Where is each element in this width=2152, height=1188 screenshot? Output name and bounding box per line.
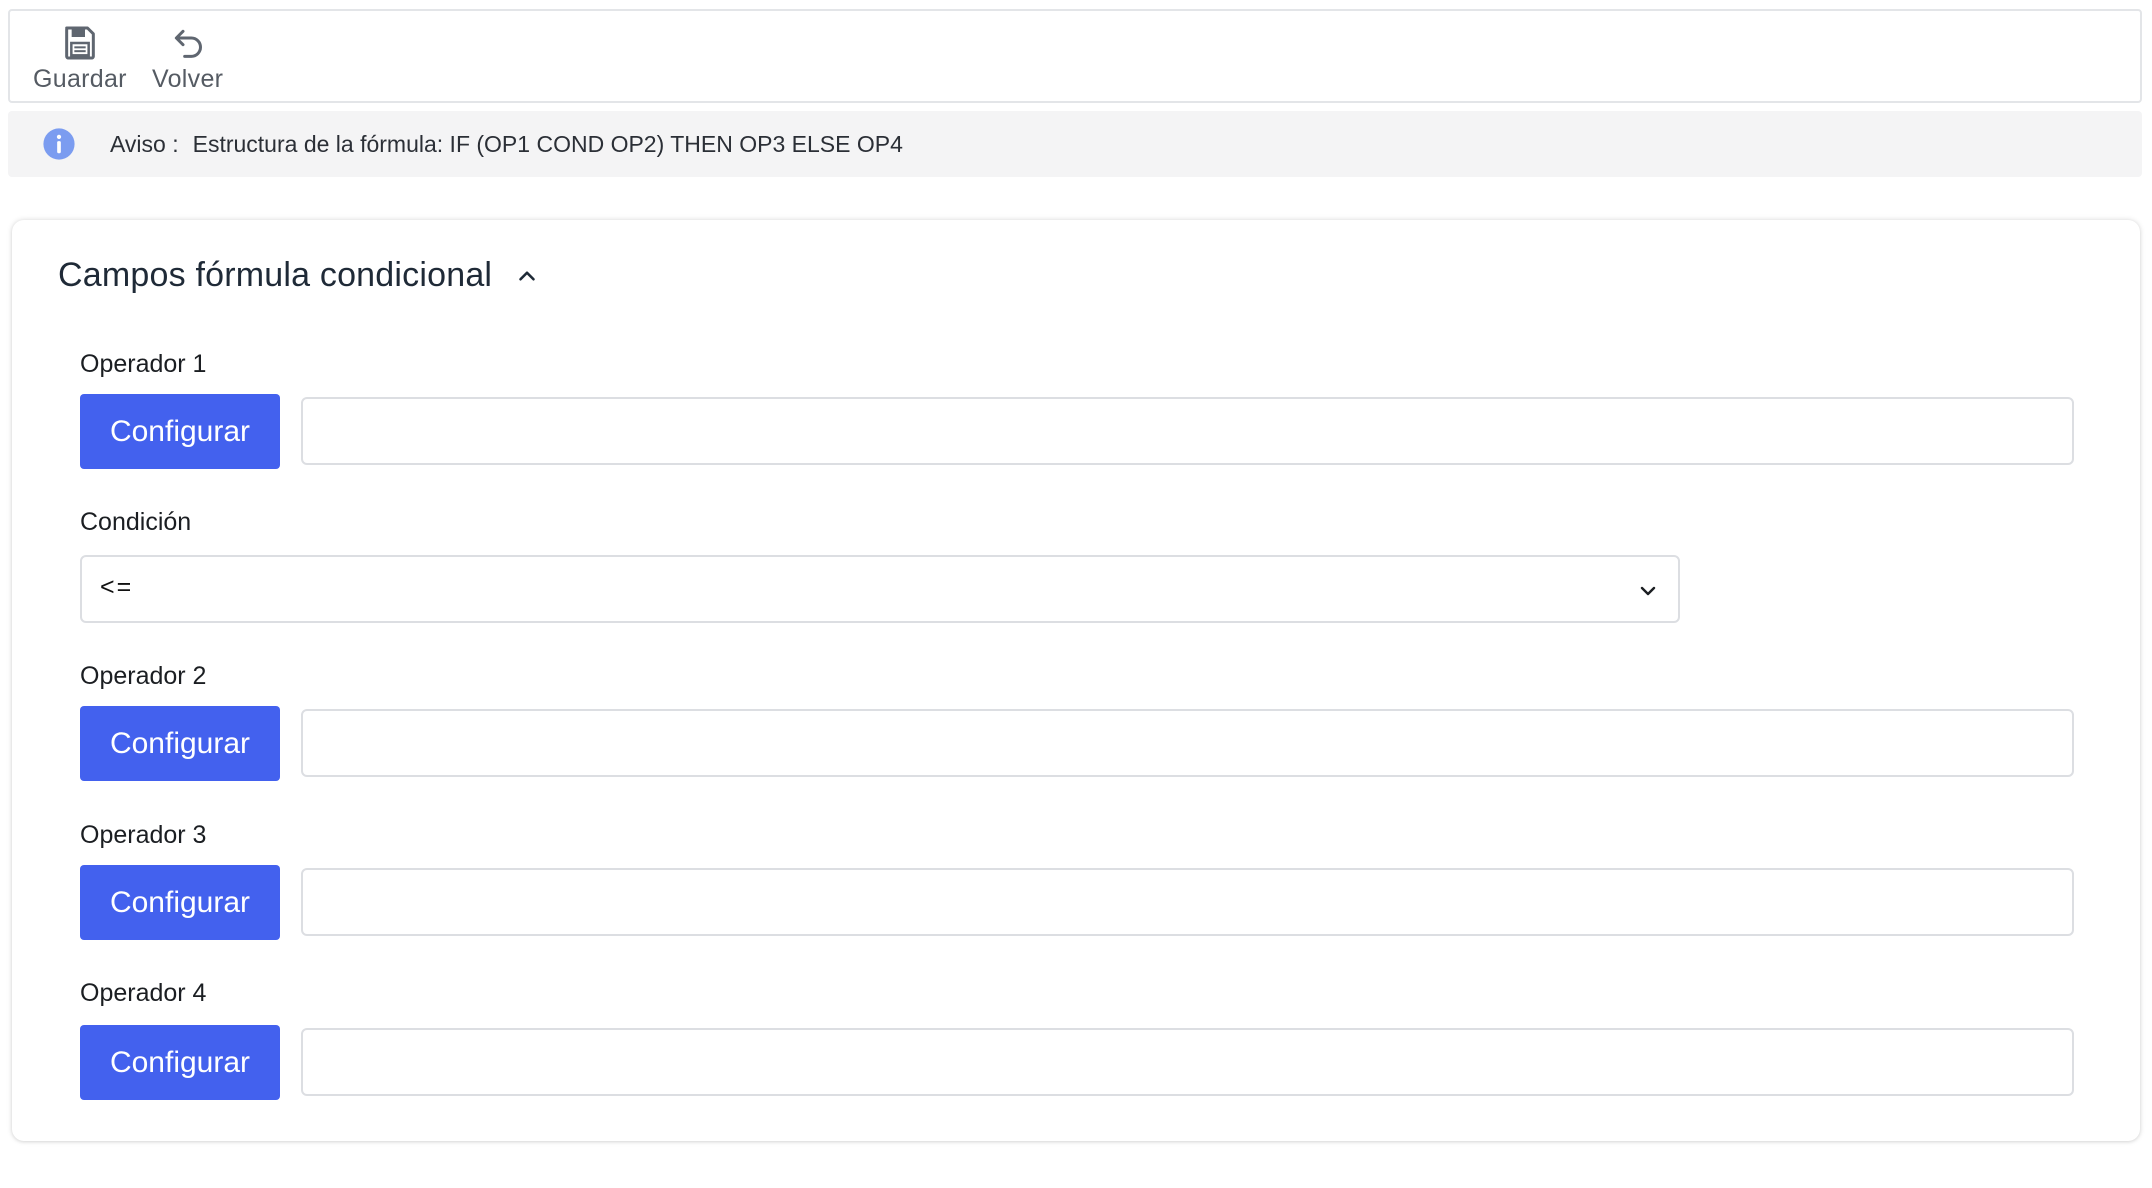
configure-operator-1-button[interactable]: Configurar — [80, 394, 280, 469]
undo-icon — [174, 29, 202, 58]
operator-3-input[interactable] — [301, 868, 2074, 936]
configure-operator-3-button[interactable]: Configurar — [80, 865, 280, 940]
configure-operator-2-button[interactable]: Configurar — [80, 706, 280, 781]
operator-1-input[interactable] — [301, 397, 2074, 465]
operator-2-label: Operador 2 — [80, 662, 207, 690]
operator-3-label: Operador 3 — [80, 821, 207, 849]
configure-operator-4-button[interactable]: Configurar — [80, 1025, 280, 1100]
condition-select[interactable]: <= — [80, 555, 1680, 623]
info-notice: Aviso : Estructura de la fórmula: IF (OP1… — [8, 111, 2142, 177]
save-button[interactable]: Guardar — [33, 23, 127, 94]
back-button[interactable]: Volver — [152, 23, 223, 94]
toolbar: Guardar Volver — [8, 9, 2142, 103]
notice-text: Aviso : Estructura de la fórmula: IF (OP1… — [110, 125, 903, 163]
save-label: Guardar — [33, 65, 127, 93]
card-header-toggle[interactable]: Campos fórmula condicional — [58, 256, 540, 295]
chevron-up-icon — [519, 270, 535, 281]
notice-message: Estructura de la fórmula: IF (OP1 COND O… — [192, 131, 903, 157]
operator-4-input[interactable] — [301, 1028, 2074, 1096]
operator-4-label: Operador 4 — [80, 979, 207, 1007]
card-title: Campos fórmula condicional — [58, 256, 493, 294]
condition-selected-value: <= — [100, 573, 134, 601]
operator-2-input[interactable] — [301, 709, 2074, 777]
chevron-down-icon — [1640, 586, 1656, 596]
back-label: Volver — [152, 65, 224, 93]
notice-title: Aviso : — [110, 131, 179, 157]
info-icon — [43, 128, 75, 160]
conditional-formula-card: Campos fórmula condicional Operador 1 Co… — [12, 220, 2140, 1141]
condition-label: Condición — [80, 508, 192, 536]
save-icon — [65, 26, 95, 60]
operator-1-label: Operador 1 — [80, 350, 207, 378]
